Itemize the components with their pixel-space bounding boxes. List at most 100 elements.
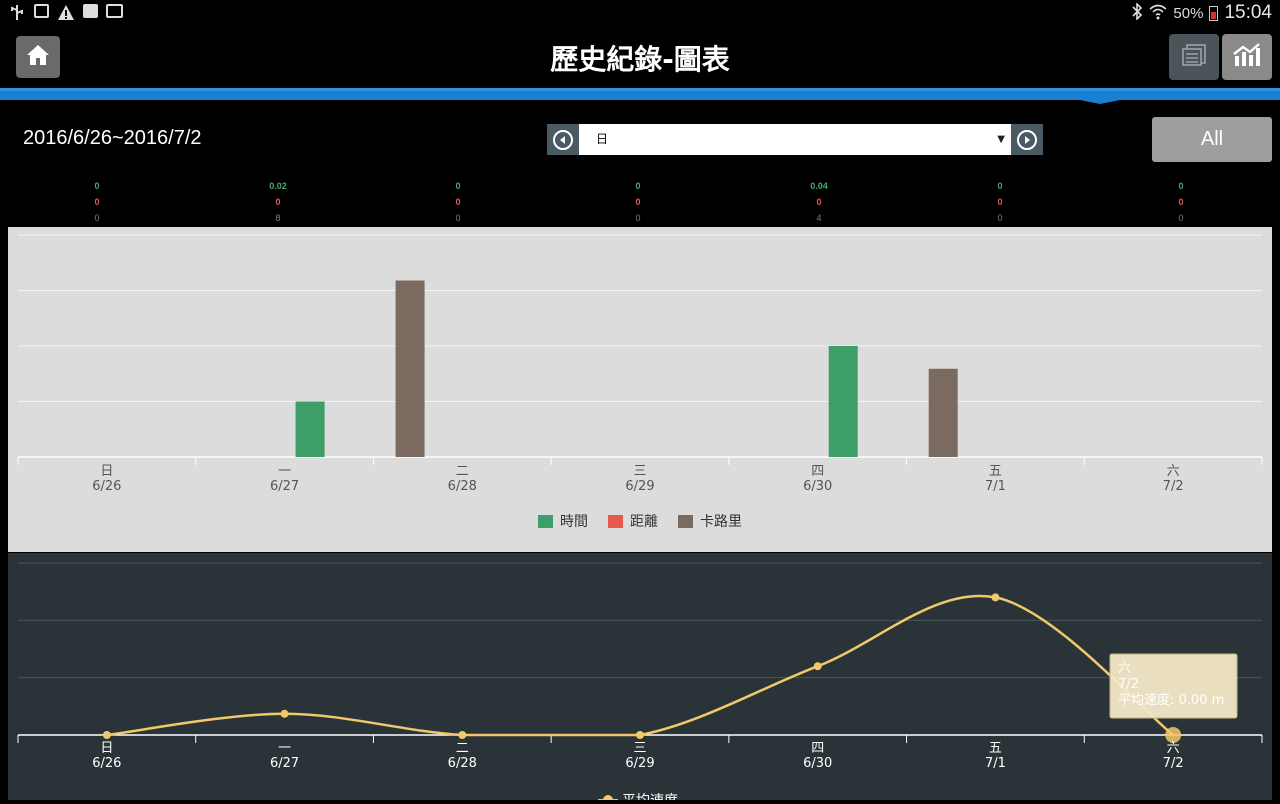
list-view-button[interactable] bbox=[1169, 34, 1219, 80]
summary-time-value: 0 bbox=[997, 181, 1003, 191]
summary-calories-value: 0 bbox=[997, 213, 1003, 223]
chart-view-button[interactable] bbox=[1222, 34, 1272, 80]
speed-line-chart: 日 6/26 一 6/27 二 6/28 三 6/29 四 6/30 五 7/1 六 7/2 六 7/2 平均速… bbox=[8, 553, 1272, 804]
summary-time-value: 0 bbox=[94, 181, 100, 191]
period-select[interactable]: 日 ▼ bbox=[579, 124, 1011, 155]
legend-label: 卡路里 bbox=[700, 514, 742, 530]
x-date-label: 7/1 bbox=[985, 479, 1006, 494]
summary-distance-value: 0 bbox=[816, 197, 822, 207]
summary-distance-value: 0 bbox=[635, 197, 641, 207]
calories-bar bbox=[395, 280, 425, 457]
summary-calories-value: 4 bbox=[816, 213, 822, 223]
x-weekday-label: 日 bbox=[100, 741, 113, 756]
x-weekday-label: 五 bbox=[989, 741, 1002, 756]
summary-distance-value: 0 bbox=[94, 197, 100, 207]
x-date-label: 7/2 bbox=[1163, 479, 1184, 494]
summary-time-value: 0 bbox=[1178, 181, 1184, 191]
speed-line bbox=[106, 594, 1174, 737]
next-period-button[interactable] bbox=[1011, 124, 1043, 155]
speed-point bbox=[280, 709, 289, 718]
x-weekday-label: 二 bbox=[456, 741, 469, 756]
battery-icon bbox=[1209, 5, 1219, 21]
x-date-label: 6/28 bbox=[448, 479, 477, 494]
tooltip-weekday: 六 bbox=[1118, 661, 1131, 676]
title-bar: 歷史紀錄-圖表 bbox=[0, 26, 1280, 88]
x-date-label: 6/30 bbox=[803, 479, 832, 494]
summary-calories-value: 0 bbox=[1178, 213, 1184, 223]
x-weekday-label: 六 bbox=[1167, 464, 1180, 479]
usb-icon bbox=[10, 4, 24, 21]
chevron-right-icon bbox=[1017, 129, 1037, 150]
time-bar bbox=[828, 346, 858, 457]
accent-strip bbox=[0, 88, 1280, 104]
summary-calories-value: 8 bbox=[275, 213, 281, 223]
bar-chart-svg: 日6/26 一6/27 二6/28 三6/29 四6/30 五7/1 六7/2 時間 距離 卡路里 bbox=[17, 234, 1263, 530]
summary-time-value: 0 bbox=[455, 181, 461, 191]
x-date-label: 6/29 bbox=[625, 479, 654, 494]
page-title: 歷史紀錄-圖表 bbox=[550, 43, 730, 76]
x-date-label: 6/29 bbox=[625, 756, 654, 771]
summary-distance-value: 0 bbox=[997, 197, 1003, 207]
x-weekday-label: 日 bbox=[100, 464, 113, 479]
speed-point bbox=[813, 662, 822, 671]
summary-calories-value: 0 bbox=[94, 213, 100, 223]
image-icon bbox=[34, 4, 49, 18]
x-weekday-label: 三 bbox=[633, 741, 646, 756]
summary-column: 0.02 0 8 bbox=[248, 178, 308, 226]
summary-column: 0 0 0 bbox=[970, 178, 1030, 226]
x-date-label: 7/1 bbox=[985, 756, 1006, 771]
tooltip-value: 平均速度: 0.00 m bbox=[1118, 692, 1224, 708]
legend-swatch bbox=[678, 515, 693, 528]
briefcase-icon bbox=[106, 4, 123, 18]
wifi-icon bbox=[1149, 3, 1167, 24]
status-bar: 50% 15:04 bbox=[0, 0, 1280, 26]
speed-point bbox=[636, 731, 644, 739]
summary-distance-value: 0 bbox=[455, 197, 461, 207]
x-date-label: 7/2 bbox=[1163, 756, 1184, 771]
warning-icon bbox=[57, 4, 75, 21]
summary-column: 0 0 0 bbox=[428, 178, 488, 226]
summary-time-value: 0 bbox=[635, 181, 641, 191]
summary-column: 0 0 0 bbox=[1151, 178, 1211, 226]
summary-column: 0 0 0 bbox=[608, 178, 668, 226]
x-weekday-label: 五 bbox=[989, 464, 1002, 479]
calories-bar bbox=[928, 368, 958, 457]
summary-calories-value: 0 bbox=[455, 213, 461, 223]
date-range: 2016/6/26~2016/7/2 bbox=[23, 127, 202, 149]
x-date-label: 6/26 bbox=[92, 479, 121, 494]
x-weekday-label: 四 bbox=[811, 464, 824, 479]
summary-time-value: 0.04 bbox=[810, 181, 828, 191]
legend-swatch bbox=[538, 515, 553, 528]
summary-time-value: 0.02 bbox=[269, 181, 287, 191]
speed-point bbox=[458, 731, 467, 739]
summary-column: 0.04 0 4 bbox=[789, 178, 849, 226]
status-time: 15:04 bbox=[1224, 2, 1272, 23]
clipboard-check-icon bbox=[83, 4, 98, 18]
summary-distance-value: 0 bbox=[1178, 197, 1184, 207]
x-weekday-label: 六 bbox=[1167, 741, 1180, 756]
prev-period-button[interactable] bbox=[547, 124, 579, 155]
legend-label: 距離 bbox=[630, 513, 658, 530]
summary-distance-value: 0 bbox=[275, 197, 281, 207]
x-weekday-label: 四 bbox=[811, 741, 824, 756]
x-weekday-label: 一 bbox=[278, 464, 291, 479]
tooltip-date: 7/2 bbox=[1118, 677, 1139, 692]
x-date-label: 6/27 bbox=[270, 479, 299, 494]
x-date-label: 6/27 bbox=[270, 756, 299, 771]
x-weekday-label: 二 bbox=[456, 464, 469, 479]
battery-percent: 50% bbox=[1173, 4, 1204, 22]
all-button[interactable]: All bbox=[1152, 117, 1272, 162]
chevron-left-icon bbox=[553, 129, 573, 150]
legend-label: 時間 bbox=[560, 514, 588, 530]
speed-point bbox=[991, 593, 1000, 602]
bluetooth-icon bbox=[1131, 1, 1143, 24]
activity-bar-chart: 日 6/26 一 6/27 二 6/28 三 6/29 四 6/30 五 7/1 六 7/2 時間 距離 卡路里 bbox=[8, 227, 1272, 552]
summary-row: 0 0 0 0.02 0 8 0 0 0 0 0 0 0.04 0 4 0 0 0 0 0 0 bbox=[0, 178, 1280, 224]
x-date-label: 6/26 bbox=[92, 756, 121, 771]
summary-calories-value: 0 bbox=[635, 213, 641, 223]
line-chart-svg: 日6/26一6/27二6/28三6/29四6/30五7/1六7/2六7/2平均速… bbox=[17, 562, 1263, 804]
x-date-label: 6/28 bbox=[448, 756, 477, 771]
speed-point bbox=[102, 731, 111, 739]
legend-label: 平均速度 bbox=[622, 793, 678, 800]
x-weekday-label: 一 bbox=[278, 741, 291, 756]
